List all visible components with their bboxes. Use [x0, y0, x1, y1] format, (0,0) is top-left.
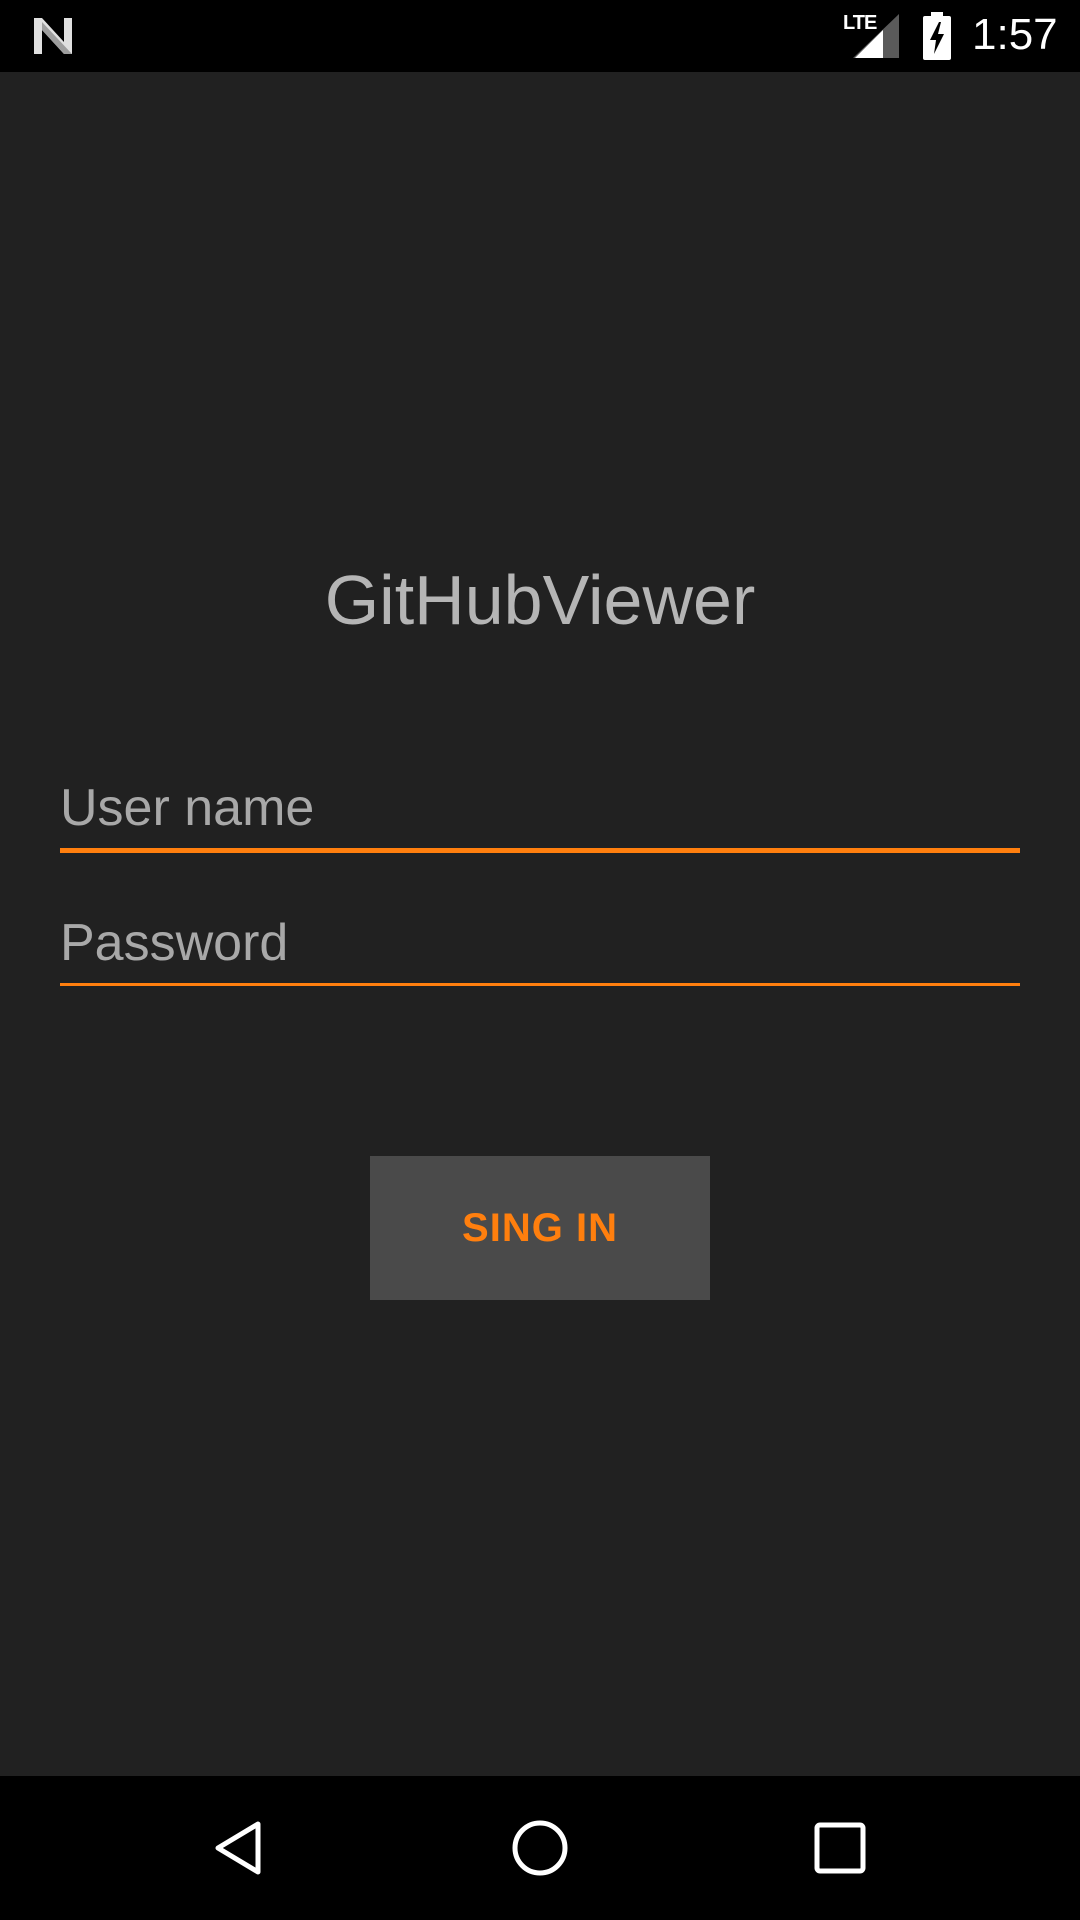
login-screen: LTE 1:57 GitHubViewer SING IN	[0, 0, 1080, 1920]
username-input[interactable]	[60, 775, 1020, 841]
username-underline	[60, 848, 1020, 853]
back-icon	[215, 1821, 261, 1875]
android-n-logo-icon	[34, 18, 72, 54]
app-title: GitHubViewer	[324, 561, 756, 639]
status-bar: LTE 1:57	[0, 0, 1080, 72]
battery-charging-icon	[923, 12, 951, 60]
recents-icon	[814, 1822, 866, 1874]
signal-icon	[853, 14, 899, 58]
back-button[interactable]	[170, 1776, 310, 1920]
password-underline	[60, 983, 1020, 986]
password-field[interactable]	[60, 910, 1020, 986]
home-button[interactable]	[470, 1776, 610, 1920]
password-input[interactable]	[60, 910, 1020, 976]
home-icon	[512, 1820, 568, 1876]
navigation-bar	[0, 1776, 1080, 1920]
sign-in-button[interactable]: SING IN	[370, 1156, 710, 1300]
recents-button[interactable]	[770, 1776, 910, 1920]
username-field[interactable]	[60, 775, 1020, 853]
clock: 1:57	[972, 10, 1058, 59]
